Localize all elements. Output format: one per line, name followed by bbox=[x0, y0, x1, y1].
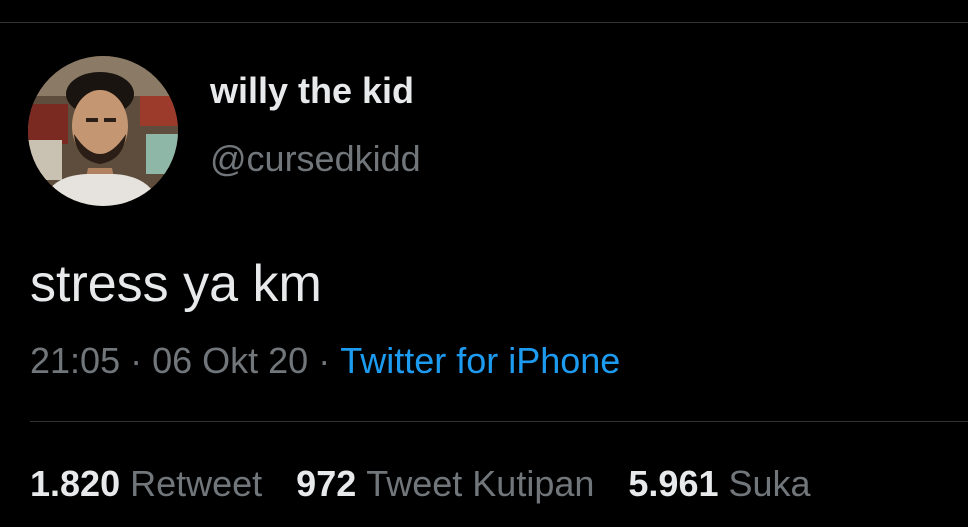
tweet-date[interactable]: 06 Okt 20 bbox=[152, 340, 308, 381]
tweet-stats: 1.820 Retweet 972 Tweet Kutipan 5.961 Suka bbox=[30, 461, 845, 507]
meta-separator: · bbox=[318, 340, 331, 381]
quotes-stat[interactable]: 972 Tweet Kutipan bbox=[296, 461, 594, 507]
tweet-meta: 21:05 · 06 Okt 20 · Twitter for iPhone bbox=[30, 338, 620, 384]
profile-photo-icon bbox=[28, 56, 178, 206]
user-handle[interactable]: @cursedkidd bbox=[210, 137, 421, 181]
tweet-source-link[interactable]: Twitter for iPhone bbox=[340, 340, 620, 381]
retweets-stat[interactable]: 1.820 Retweet bbox=[30, 461, 262, 507]
stats-divider bbox=[30, 421, 968, 422]
author-names: willy the kid @cursedkidd bbox=[210, 70, 421, 181]
avatar[interactable] bbox=[28, 56, 178, 206]
likes-stat[interactable]: 5.961 Suka bbox=[628, 461, 810, 507]
tweet-text: stress ya km bbox=[30, 255, 322, 313]
quote-count: 972 bbox=[296, 463, 357, 504]
tweet-time[interactable]: 21:05 bbox=[30, 340, 120, 381]
display-name[interactable]: willy the kid bbox=[210, 69, 421, 113]
like-label: Suka bbox=[728, 463, 811, 504]
meta-separator: · bbox=[130, 340, 143, 381]
retweet-label: Retweet bbox=[130, 463, 263, 504]
like-count: 5.961 bbox=[628, 463, 719, 504]
quote-label: Tweet Kutipan bbox=[366, 463, 595, 504]
top-divider bbox=[0, 22, 968, 23]
tweet-header: willy the kid @cursedkidd bbox=[28, 56, 421, 206]
retweet-count: 1.820 bbox=[30, 463, 121, 504]
